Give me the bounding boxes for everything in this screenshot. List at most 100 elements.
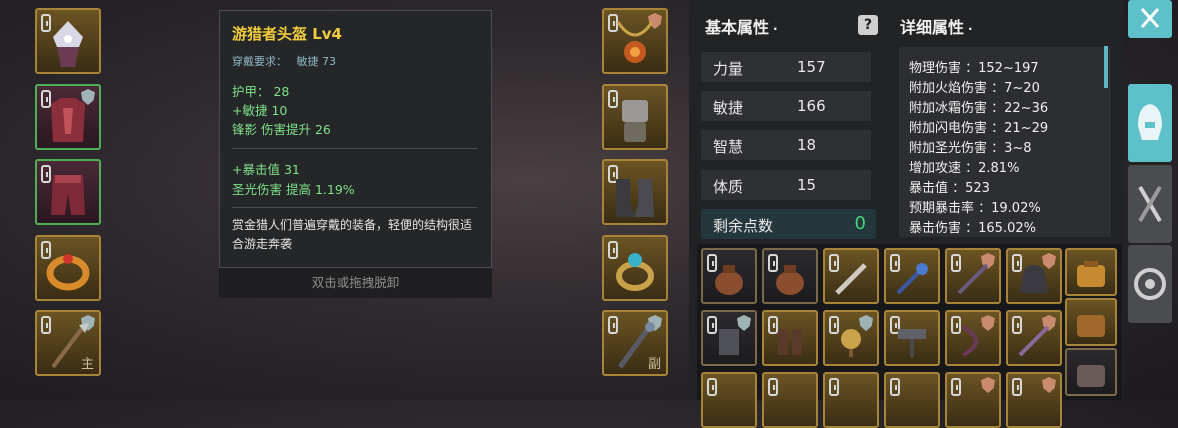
inventory-slot[interactable] bbox=[762, 372, 818, 428]
inventory-slot[interactable] bbox=[1006, 310, 1062, 366]
inventory-slot[interactable] bbox=[884, 372, 940, 428]
stat-value: 157 bbox=[797, 58, 826, 76]
shield-icon bbox=[1042, 377, 1056, 393]
tab-settings[interactable] bbox=[1128, 245, 1172, 323]
detail-row: 物理伤害 ：152~197 bbox=[909, 61, 1039, 76]
basic-title-text: 基本属性 bbox=[705, 18, 770, 37]
inventory-slot[interactable] bbox=[823, 248, 879, 304]
bag-icon bbox=[1077, 365, 1105, 388]
gloves-slot[interactable] bbox=[602, 84, 668, 150]
inventory-slot[interactable] bbox=[884, 248, 940, 304]
staff-item-icon bbox=[1018, 325, 1050, 357]
inventory-slot[interactable] bbox=[823, 372, 879, 428]
inventory-slot[interactable] bbox=[762, 248, 818, 304]
bag-slot[interactable] bbox=[1065, 298, 1117, 346]
detail-row: 暴击值 ：523 bbox=[909, 181, 990, 196]
stat-row: 智慧 18 bbox=[701, 130, 871, 160]
armor-item-icon bbox=[51, 98, 85, 143]
detail-row: 预期暴击率 ：19.02% bbox=[909, 201, 1041, 216]
inventory-slot[interactable] bbox=[701, 372, 757, 428]
hammer-item-icon bbox=[898, 328, 926, 357]
scepter-item-icon bbox=[896, 262, 928, 295]
extra-stat: +暴击值 31 bbox=[232, 162, 300, 177]
inventory-slot[interactable] bbox=[884, 310, 940, 366]
unequip-hint[interactable]: 双击或拖拽脱卸 bbox=[219, 268, 492, 298]
detailed-attributes-list[interactable]: 物理伤害 ：152~197 附加火焰伤害 ：7~20 附加冰霜伤害 ：22~36… bbox=[899, 47, 1111, 237]
lock-icon bbox=[1012, 378, 1022, 396]
shield-icon bbox=[981, 377, 995, 393]
ring2-slot[interactable] bbox=[602, 235, 668, 301]
detail-scrollbar[interactable] bbox=[1104, 46, 1108, 88]
lock-icon bbox=[890, 378, 900, 396]
detailed-attributes-title: 详细属性 · bbox=[900, 18, 973, 37]
ring-item-icon bbox=[616, 253, 654, 292]
requirement-value: 敏捷 73 bbox=[296, 55, 337, 68]
ring-item-icon bbox=[46, 254, 90, 291]
bag-slot[interactable] bbox=[1065, 348, 1117, 396]
gloves-item-icon bbox=[622, 100, 648, 143]
help-icon[interactable]: ? bbox=[858, 15, 878, 35]
divider bbox=[232, 207, 477, 208]
tab-equipment[interactable] bbox=[1128, 84, 1172, 162]
base-stat: +敏捷 10 bbox=[232, 103, 288, 118]
tab-skills[interactable] bbox=[1128, 165, 1172, 243]
item-description: 赏金猎人们普遍穿戴的装备，轻便的结构很适合游走奔袭 bbox=[232, 218, 473, 251]
slot-tag-offhand: 副 bbox=[647, 357, 661, 372]
boots-slot[interactable] bbox=[602, 159, 668, 225]
backpack-button[interactable] bbox=[1065, 248, 1117, 296]
inventory-slot[interactable] bbox=[1006, 248, 1062, 304]
legs-slot[interactable] bbox=[35, 159, 101, 225]
spear-item-icon bbox=[957, 263, 989, 295]
sword-item-icon bbox=[835, 262, 867, 295]
ring-slot[interactable] bbox=[35, 235, 101, 301]
inventory-slot[interactable] bbox=[945, 310, 1001, 366]
bag-icon bbox=[1077, 315, 1105, 338]
stat-value: 15 bbox=[797, 176, 817, 194]
detail-row: 暴击伤害 ：165.02% bbox=[909, 221, 1036, 236]
item-requirement: 穿戴要求： 敏捷 73 bbox=[232, 53, 336, 69]
stat-label: 力量 bbox=[713, 60, 744, 78]
helmet-tab-icon bbox=[1138, 104, 1162, 140]
inventory-slot[interactable] bbox=[762, 310, 818, 366]
hood-item-icon bbox=[1020, 264, 1048, 293]
divider bbox=[232, 148, 477, 149]
necklace-slot[interactable] bbox=[602, 8, 668, 74]
inventory-slot[interactable] bbox=[701, 248, 757, 304]
lock-icon bbox=[951, 378, 961, 396]
inventory-slot[interactable] bbox=[1006, 372, 1062, 428]
stat-label: 智慧 bbox=[713, 138, 744, 156]
backpack-icon bbox=[1077, 261, 1105, 288]
helmet-slot[interactable] bbox=[35, 8, 101, 74]
requirement-label: 穿戴要求： bbox=[232, 55, 287, 68]
stat-label: 敏捷 bbox=[713, 99, 744, 117]
stat-value: 18 bbox=[797, 136, 817, 154]
detail-row: 附加冰霜伤害 ：22~36 bbox=[909, 101, 1049, 116]
base-stat: 护甲： 28 bbox=[232, 84, 290, 99]
extra-stat: 圣光伤害 提高 1.19% bbox=[232, 182, 355, 197]
lock-icon bbox=[707, 378, 717, 396]
item-tooltip: 游猎者头盔 Lv4 穿戴要求： 敏捷 73 护甲： 28 +敏捷 10 锋影 伤… bbox=[219, 10, 492, 268]
armor-slot[interactable] bbox=[35, 84, 101, 150]
detail-row: 附加闪电伤害 ：21~29 bbox=[909, 121, 1049, 136]
main-weapon-slot[interactable]: 主 bbox=[35, 310, 101, 376]
helmet-item-icon bbox=[53, 21, 83, 68]
stat-row: 体质 15 bbox=[701, 170, 871, 200]
stat-row: 力量 157 bbox=[701, 52, 871, 82]
legs-item-icon bbox=[719, 328, 739, 355]
lock-icon bbox=[768, 378, 778, 396]
close-button[interactable] bbox=[1128, 0, 1172, 38]
inventory-slot[interactable] bbox=[701, 310, 757, 366]
inventory-slot[interactable] bbox=[945, 372, 1001, 428]
lock-icon bbox=[829, 378, 839, 396]
base-stat: 锋影 伤害提升 26 bbox=[232, 122, 331, 137]
detail-row: 增加攻速 ：2.81% bbox=[909, 161, 1020, 176]
stat-value: 166 bbox=[797, 97, 826, 115]
remaining-value: 0 bbox=[854, 213, 866, 234]
detail-title-text: 详细属性 bbox=[900, 18, 965, 37]
pouch-item-icon bbox=[715, 264, 743, 295]
inventory-slot[interactable] bbox=[945, 248, 1001, 304]
detail-row: 附加火焰伤害 ：7~20 bbox=[909, 81, 1040, 96]
offhand-weapon-slot[interactable]: 副 bbox=[602, 310, 668, 376]
inventory-grid bbox=[697, 244, 1122, 428]
inventory-slot[interactable] bbox=[823, 310, 879, 366]
